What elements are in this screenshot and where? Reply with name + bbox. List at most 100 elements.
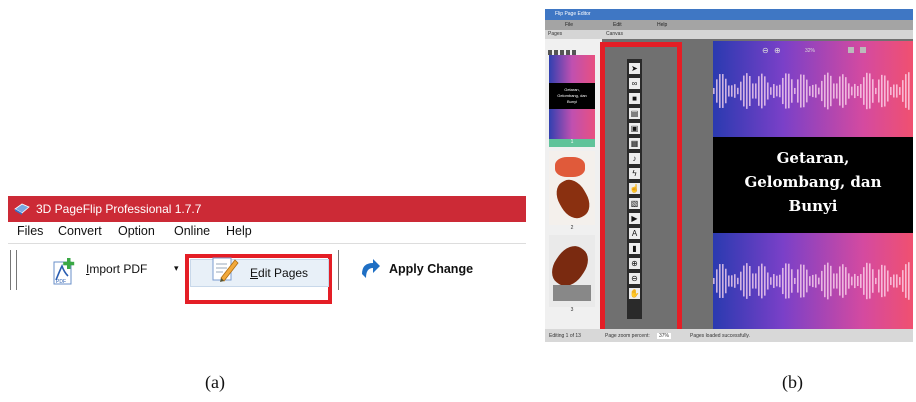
panel-b: Flip Page Editor File Edit Help Pages Ca… bbox=[545, 9, 913, 342]
wave-bar bbox=[776, 275, 778, 287]
wave-bar bbox=[836, 273, 838, 289]
wave-bar bbox=[839, 266, 841, 296]
wave-bar bbox=[899, 277, 901, 285]
wave-bar bbox=[815, 274, 817, 288]
wave-bar bbox=[725, 78, 727, 104]
caption-b: (b) bbox=[782, 372, 803, 392]
wave-bar bbox=[722, 264, 724, 298]
menu-online[interactable]: Online bbox=[174, 224, 210, 238]
menu-help[interactable]: Help bbox=[226, 224, 252, 238]
menu-divider bbox=[8, 243, 526, 244]
fit-width-icon[interactable] bbox=[848, 47, 854, 53]
app-titlebar: 3D PageFlip Professional 1.7.7 bbox=[8, 196, 526, 222]
violin-image bbox=[550, 174, 596, 224]
wave-bar bbox=[800, 264, 802, 298]
wave-bar bbox=[902, 80, 904, 102]
wave-bar bbox=[839, 76, 841, 106]
pdf-plus-icon: PDF bbox=[53, 258, 75, 285]
zoom-out-icon[interactable]: ⊖ bbox=[762, 46, 769, 55]
panel-a: 3D PageFlip Professional 1.7.7 Files Con… bbox=[8, 196, 526, 304]
wave-bar bbox=[872, 269, 874, 293]
wave-bar bbox=[869, 73, 871, 109]
wave-bar bbox=[890, 276, 892, 286]
wave-bar bbox=[815, 84, 817, 98]
edit-pages-highlight: Edit Pages bbox=[185, 254, 332, 304]
wave-bar bbox=[713, 278, 715, 284]
wave-bar bbox=[743, 75, 745, 107]
tool-column-highlight bbox=[600, 42, 682, 342]
wave-bar bbox=[746, 263, 748, 299]
wave-bar bbox=[761, 73, 763, 109]
wave-bar bbox=[794, 277, 796, 285]
editor-menu-edit[interactable]: Edit bbox=[613, 22, 622, 28]
wave-bar bbox=[905, 74, 907, 108]
edit-pages-button[interactable]: Edit Pages bbox=[190, 257, 329, 287]
wave-bar bbox=[908, 262, 910, 300]
wave-bar bbox=[797, 79, 799, 103]
menu-convert[interactable]: Convert bbox=[58, 224, 102, 238]
wave-bar bbox=[848, 83, 850, 99]
wave-bar bbox=[719, 74, 721, 108]
wave-bar bbox=[812, 274, 814, 288]
editor-status-bar: Editing 1 of 13 Page zoom percent: 37% P… bbox=[545, 329, 913, 342]
wave-bar bbox=[866, 262, 868, 300]
toolbar-separator bbox=[10, 250, 11, 290]
wave-bar bbox=[896, 84, 898, 98]
wave-bar bbox=[809, 86, 811, 96]
wave-bar bbox=[887, 80, 889, 102]
status-zoom-label: Page zoom percent: bbox=[605, 333, 650, 339]
wave-bar bbox=[833, 273, 835, 289]
toolbar-separator bbox=[338, 250, 339, 290]
page-thumb-2[interactable] bbox=[549, 151, 596, 225]
page-title-line-1: Getaran, bbox=[776, 149, 850, 167]
editor-menu-file[interactable]: File bbox=[565, 22, 573, 28]
wave-bar bbox=[848, 273, 850, 289]
wave-bar bbox=[746, 73, 748, 109]
fit-page-icon[interactable] bbox=[860, 47, 866, 53]
wave-bar bbox=[758, 266, 760, 296]
wave-bar bbox=[764, 76, 766, 106]
wave-bar bbox=[752, 273, 754, 289]
editor-titlebar: Flip Page Editor bbox=[545, 9, 913, 20]
editor-menu-help[interactable]: Help bbox=[657, 22, 667, 28]
wave-bar bbox=[878, 269, 880, 293]
wave-bar bbox=[812, 84, 814, 98]
wave-bar bbox=[830, 265, 832, 297]
wave-bar bbox=[878, 79, 880, 103]
page-number: 3 bbox=[570, 307, 574, 313]
canvas-header: Canvas bbox=[606, 31, 623, 37]
wave-bar bbox=[782, 77, 784, 105]
wave-bar bbox=[827, 72, 829, 110]
wave-bar bbox=[854, 273, 856, 289]
svg-text:PDF: PDF bbox=[56, 279, 66, 285]
wave-bar bbox=[851, 86, 853, 96]
wave-bar bbox=[785, 73, 787, 109]
edit-pencil-icon bbox=[212, 257, 239, 282]
wave-bar bbox=[863, 267, 865, 295]
dropdown-arrow-icon[interactable]: ▾ bbox=[174, 263, 179, 274]
wave-bar bbox=[809, 276, 811, 286]
wave-bar bbox=[875, 277, 877, 285]
wave-bar bbox=[845, 267, 847, 295]
wave-bar bbox=[881, 74, 883, 108]
editor-section-headers: Pages Canvas bbox=[545, 30, 913, 39]
wave-bar bbox=[755, 273, 757, 289]
zoom-in-icon[interactable]: ⊕ bbox=[774, 46, 781, 55]
wave-bar bbox=[854, 83, 856, 99]
wave-bar bbox=[752, 83, 754, 99]
waveform-bottom bbox=[713, 262, 910, 300]
wave-bar bbox=[905, 264, 907, 298]
wave-bar bbox=[872, 79, 874, 103]
menu-option[interactable]: Option bbox=[118, 224, 155, 238]
wave-bar bbox=[740, 271, 742, 291]
page-number: 1 bbox=[549, 139, 595, 147]
menu-files[interactable]: Files bbox=[17, 224, 43, 238]
wave-bar bbox=[842, 264, 844, 298]
page-thumb-3[interactable] bbox=[545, 235, 595, 307]
wave-bar bbox=[749, 265, 751, 297]
import-pdf-button[interactable]: PDF Import PDF ▾ bbox=[52, 256, 182, 286]
apply-change-button[interactable]: Apply Change bbox=[358, 258, 508, 282]
page-preview[interactable]: Getaran, Gelombang, dan Bunyi bbox=[713, 41, 913, 329]
page-thumb-1[interactable]: Getaran, Gelombang, dan Bunyi bbox=[549, 55, 595, 139]
wave-bar bbox=[749, 75, 751, 107]
